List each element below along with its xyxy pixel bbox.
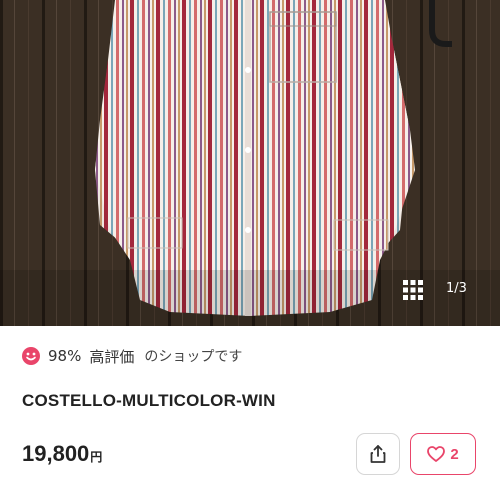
product-image[interactable]: 1/3 [0,0,500,326]
like-count: 2 [450,445,459,463]
rating-suffix: のショップです [144,349,243,365]
product-title: COSTELLO-MULTICOLOR-WIN [22,391,276,410]
product-price: 19,800円 [22,441,102,467]
price-value: 19,800 [22,441,90,466]
image-counter: 1/3 [446,281,467,296]
grid-icon [403,280,423,300]
share-button[interactable] [356,433,400,475]
shop-rating[interactable]: 98% 高評価 のショップです [22,343,242,369]
heart-icon [427,446,446,462]
grid-view-button[interactable] [398,276,428,304]
currency-label: 円 [90,450,103,464]
like-button[interactable]: 2 [410,433,476,475]
share-icon [370,445,386,463]
rating-percent: 98% [48,347,82,365]
smile-icon [22,347,40,365]
rating-label: 高評価 [89,347,135,366]
